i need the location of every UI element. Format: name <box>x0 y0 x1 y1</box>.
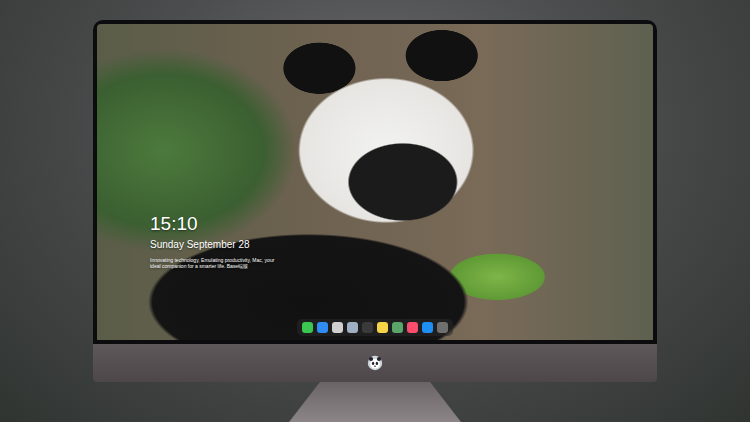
lock-screen: 15:10 Sunday September 28 Innovating techn… <box>97 24 653 340</box>
clock-time: 15:10 <box>150 213 280 235</box>
monitor-stand <box>289 382 461 422</box>
dock-app-icon[interactable] <box>362 322 373 333</box>
monitor-bezel: 15:10 Sunday September 28 Innovating techn… <box>93 20 657 344</box>
clock: 15:10 Sunday September 28 Innovating techn… <box>150 213 280 269</box>
monitor: 15:10 Sunday September 28 Innovating techn… <box>93 20 657 422</box>
dock <box>297 319 453 336</box>
dock-app-icon[interactable] <box>407 322 418 333</box>
tagline: Innovating technology, Emulating product… <box>150 257 280 269</box>
dock-app-icon[interactable] <box>302 322 313 333</box>
desktop-mockup: 15:10 Sunday September 28 Innovating techn… <box>0 0 750 422</box>
wallpaper-photo <box>97 24 653 340</box>
clock-date: Sunday September 28 <box>150 238 280 251</box>
dock-app-icon[interactable] <box>422 322 433 333</box>
dock-app-icon[interactable] <box>392 322 403 333</box>
dock-app-icon[interactable] <box>437 322 448 333</box>
dock-app-icon[interactable] <box>377 322 388 333</box>
brand-logo-icon <box>367 355 383 371</box>
dock-app-icon[interactable] <box>332 322 343 333</box>
dock-app-icon[interactable] <box>347 322 358 333</box>
dock-app-icon[interactable] <box>317 322 328 333</box>
monitor-chin <box>93 344 657 382</box>
